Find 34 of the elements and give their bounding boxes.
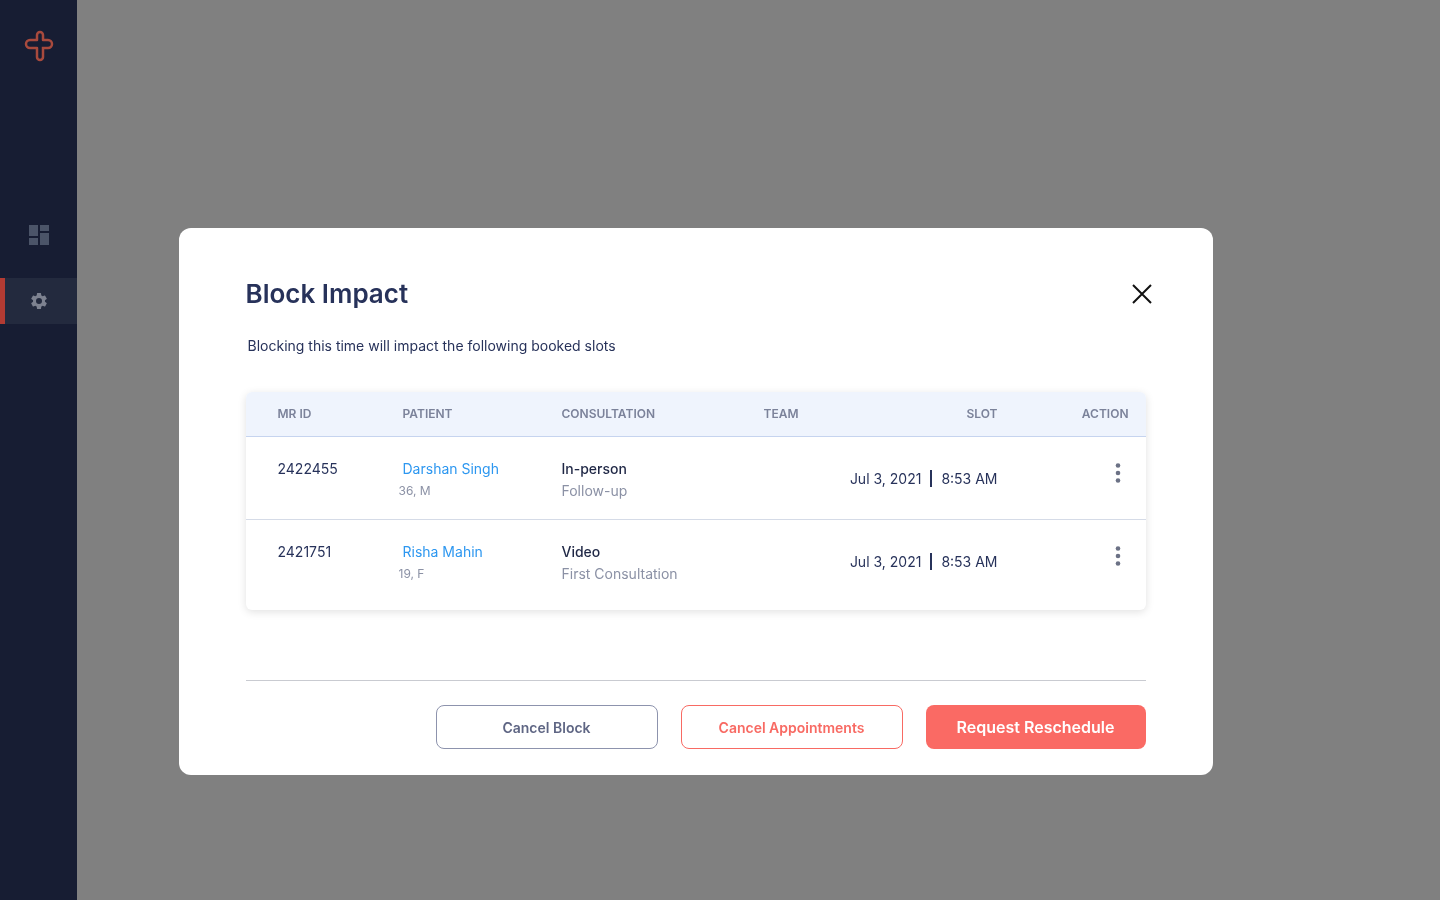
more-options-button[interactable]: [1113, 462, 1122, 484]
column-header: CONSULTATION: [561, 406, 656, 421]
patient-link[interactable]: Darshan Singh: [402, 458, 499, 479]
slot-date: Jul 3, 2021: [849, 469, 922, 489]
sidebar-item[interactable]: [0, 278, 77, 324]
more-options-button[interactable]: [1113, 545, 1122, 567]
consultation-mode: Video: [561, 542, 601, 562]
column-header: MR ID: [277, 406, 312, 421]
patient-age-sex: 36, M: [398, 482, 431, 500]
column-header: SLOT: [966, 406, 998, 421]
column-header: PATIENT: [402, 406, 453, 421]
column-header: TEAM: [763, 406, 799, 421]
patient-age-sex: 19, F: [398, 565, 425, 583]
close-button[interactable]: [1129, 281, 1154, 306]
slot-date: Jul 3, 2021: [849, 552, 922, 572]
dashboard-icon: [28, 225, 49, 245]
consultation-mode: In-person: [561, 459, 627, 479]
dialog-button[interactable]: Request Reschedule: [925, 705, 1146, 749]
dialog-button[interactable]: Cancel Appointments: [680, 705, 903, 749]
column-header: ACTION: [1081, 406, 1129, 421]
dialog-button[interactable]: Cancel Block: [435, 705, 658, 749]
close-icon: [1131, 283, 1152, 304]
mr-id-cell: 2422455: [277, 460, 338, 477]
patient-link[interactable]: Risha Mahin: [402, 541, 483, 562]
slot-time: 8:53 AM: [941, 552, 998, 572]
dialog-subtitle: Blocking this time will impact the following booked slots: [247, 336, 617, 356]
consultation-type: Follow-up: [561, 481, 628, 501]
kebab-menu-icon: [1114, 546, 1121, 566]
consultation-type: First Consultation: [561, 564, 678, 584]
slot-time: 8:53 AM: [941, 469, 998, 489]
dialog-title: Block Impact: [245, 277, 409, 311]
mr-id-cell: 2421751: [277, 543, 332, 560]
kebab-menu-icon: [1114, 463, 1121, 483]
settings-icon: [28, 291, 49, 311]
